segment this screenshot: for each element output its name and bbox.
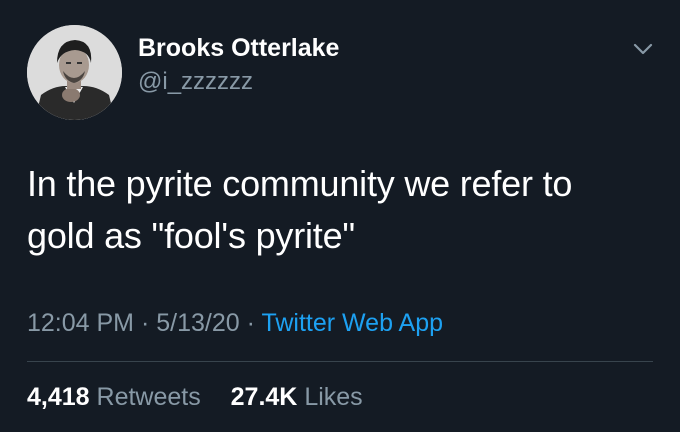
likes-label: Likes [304, 383, 363, 411]
user-photo-avatar [27, 25, 122, 120]
tweet-date[interactable]: 5/13/20 [156, 309, 239, 337]
meta-separator: · [140, 309, 150, 337]
meta-separator: · [246, 309, 255, 337]
retweets-stat[interactable]: 4,418 Retweets [27, 383, 208, 411]
tweet-time[interactable]: 12:04 PM [27, 309, 134, 337]
tweet-meta: 12:04 PM · 5/13/20 · Twitter Web App [27, 306, 443, 340]
likes-count: 27.4K [230, 383, 298, 411]
tweet-text: In the pyrite community we refer to gold… [27, 158, 647, 262]
author-display-name[interactable]: Brooks Otterlake [138, 33, 339, 63]
retweets-label: Retweets [96, 383, 201, 411]
chevron-down-icon[interactable] [630, 36, 656, 62]
tweet-card: Brooks Otterlake @i_zzzzzz In the pyrite… [0, 0, 680, 432]
tweet-text-line-2: gold as "fool's pyrite" [27, 215, 355, 256]
tweet-source-link[interactable]: Twitter Web App [261, 309, 443, 337]
retweets-count: 4,418 [27, 383, 90, 411]
author-avatar[interactable] [27, 25, 122, 120]
divider [27, 361, 653, 362]
author-info[interactable]: Brooks Otterlake @i_zzzzzz [138, 33, 339, 97]
author-handle[interactable]: @i_zzzzzz [138, 67, 339, 97]
likes-stat[interactable]: 27.4K Likes [231, 383, 363, 411]
tweet-text-line-1: In the pyrite community we refer to [27, 163, 573, 204]
tweet-stats: 4,418 Retweets 27.4K Likes [27, 380, 363, 414]
